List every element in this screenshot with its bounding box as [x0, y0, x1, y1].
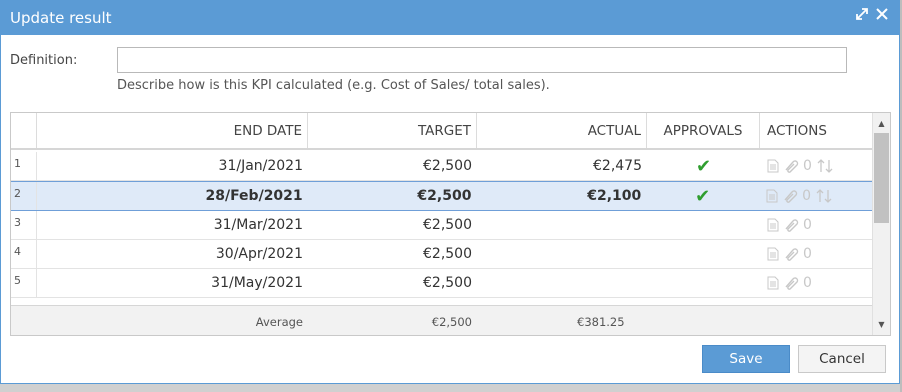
approval-cell: ✔ — [647, 152, 760, 180]
row-number: 5 — [11, 269, 37, 297]
document-icon[interactable] — [767, 218, 779, 232]
save-button[interactable]: Save — [702, 345, 790, 373]
actions-cell: 0 — [759, 182, 872, 210]
grid-header: END DATE TARGET ACTUAL APPROVALS ACTIONS — [11, 113, 873, 150]
table-row-selected[interactable]: 2 28/Feb/2021 €2,500 €2,100 ✔ 0 — [11, 181, 873, 211]
definition-label: Definition: — [10, 53, 78, 68]
approval-cell: ✔ — [646, 182, 759, 210]
results-grid: END DATE TARGET ACTUAL APPROVALS ACTIONS… — [10, 112, 891, 336]
grid-footer-summary: Average €2,500 €381.25 — [11, 305, 873, 335]
target-cell[interactable]: €2,500 — [308, 269, 477, 297]
footer-spacer — [11, 306, 37, 335]
end-date-cell[interactable]: 31/May/2021 — [37, 269, 308, 297]
actual-cell[interactable]: €2,475 — [477, 152, 647, 180]
scroll-down-arrow-icon[interactable]: ▼ — [873, 316, 890, 333]
actions-cell: 0 — [760, 240, 873, 268]
approval-cell — [647, 269, 760, 297]
expand-icon[interactable] — [855, 7, 869, 21]
average-label: Average — [255, 314, 303, 329]
table-row[interactable]: 5 31/May/2021 €2,500 0 — [11, 269, 873, 298]
target-cell[interactable]: €2,500 — [308, 182, 477, 210]
document-icon[interactable] — [767, 247, 779, 261]
end-date-cell[interactable]: 28/Feb/2021 — [37, 182, 308, 210]
actual-header[interactable]: ACTUAL — [477, 113, 647, 148]
approval-cell — [647, 240, 760, 268]
target-header[interactable]: TARGET — [308, 113, 477, 148]
grid-rows: 1 31/Jan/2021 €2,500 €2,475 ✔ 0 2 28/Feb… — [11, 152, 873, 298]
target-cell[interactable]: €2,500 — [308, 211, 477, 239]
end-date-cell[interactable]: 31/Mar/2021 — [37, 211, 308, 239]
actual-cell[interactable] — [477, 211, 647, 239]
actual-cell[interactable] — [477, 269, 647, 297]
sort-arrows-icon[interactable] — [816, 159, 834, 173]
cancel-button[interactable]: Cancel — [798, 345, 886, 373]
actions-cell: 0 — [760, 269, 873, 297]
document-icon[interactable] — [767, 276, 779, 290]
actual-cell[interactable]: €2,100 — [476, 182, 646, 210]
paperclip-icon[interactable] — [783, 218, 799, 232]
scroll-up-arrow-icon[interactable]: ▲ — [873, 115, 890, 132]
row-number: 2 — [11, 182, 37, 210]
paperclip-icon[interactable] — [783, 247, 799, 261]
actions-cell: 0 — [760, 211, 873, 239]
dialog-title: Update result — [10, 9, 112, 27]
close-icon[interactable] — [875, 7, 889, 21]
target-cell[interactable]: €2,500 — [308, 240, 477, 268]
grid-scrollbar[interactable]: ▲ ▼ — [872, 113, 890, 335]
end-date-cell[interactable]: 30/Apr/2021 — [37, 240, 308, 268]
definition-input[interactable] — [117, 47, 847, 73]
attachment-count: 0 — [802, 188, 812, 204]
table-row[interactable]: 3 31/Mar/2021 €2,500 0 — [11, 211, 873, 240]
attachment-count: 0 — [803, 275, 812, 291]
document-icon[interactable] — [767, 159, 779, 173]
average-actual: €381.25 — [577, 314, 625, 329]
row-number: 3 — [11, 211, 37, 239]
paperclip-icon[interactable] — [782, 189, 798, 203]
actions-cell: 0 — [760, 152, 873, 180]
end-date-header[interactable]: END DATE — [37, 113, 308, 148]
actual-cell[interactable] — [477, 240, 647, 268]
row-number: 4 — [11, 240, 37, 268]
background-page — [0, 384, 902, 392]
table-row[interactable]: 1 31/Jan/2021 €2,500 €2,475 ✔ 0 — [11, 152, 873, 181]
approvals-header[interactable]: APPROVALS — [647, 113, 760, 148]
scrollbar-thumb[interactable] — [874, 133, 889, 223]
attachment-count: 0 — [803, 246, 812, 262]
table-row[interactable]: 4 30/Apr/2021 €2,500 0 — [11, 240, 873, 269]
attachment-count: 0 — [803, 217, 812, 233]
definition-hint: Describe how is this KPI calculated (e.g… — [117, 78, 550, 93]
document-icon[interactable] — [766, 189, 778, 203]
attachment-count: 0 — [803, 158, 812, 174]
row-number-header — [11, 113, 37, 148]
target-cell[interactable]: €2,500 — [308, 152, 477, 180]
row-number: 1 — [11, 152, 37, 180]
actions-header: ACTIONS — [767, 122, 827, 139]
sort-arrows-icon[interactable] — [815, 189, 833, 203]
approval-cell — [647, 211, 760, 239]
dialog-titlebar: Update result — [1, 1, 899, 35]
checkmark-icon: ✔ — [695, 185, 711, 207]
paperclip-icon[interactable] — [783, 276, 799, 290]
update-result-dialog: Update result Definition: Describe how i… — [0, 0, 900, 384]
end-date-cell[interactable]: 31/Jan/2021 — [37, 152, 308, 180]
average-target: €2,500 — [431, 314, 472, 329]
paperclip-icon[interactable] — [783, 159, 799, 173]
checkmark-icon: ✔ — [695, 155, 712, 177]
